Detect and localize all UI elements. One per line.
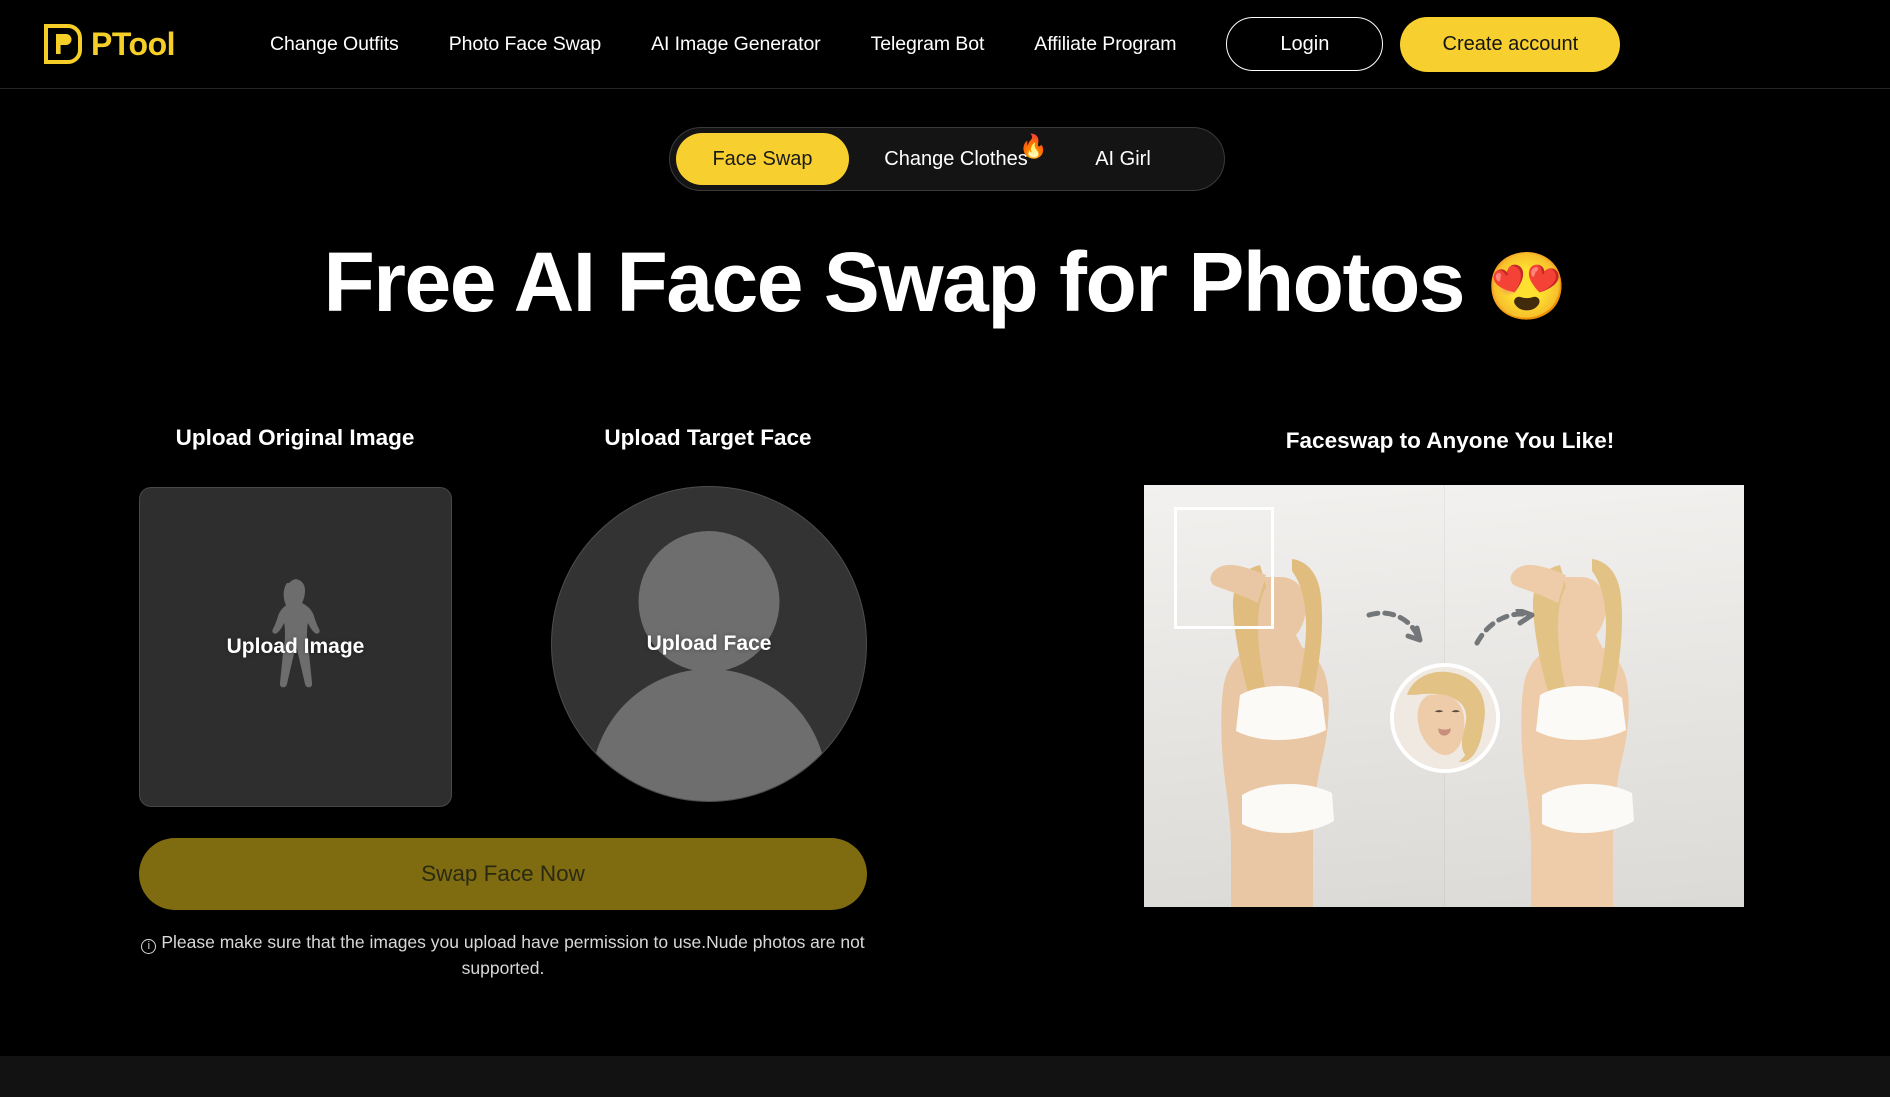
fire-icon: 🔥	[1019, 133, 1048, 159]
mode-tab-switcher: Face Swap Change Clothes 🔥 AI Girl	[669, 127, 1225, 191]
upload-target-dropzone[interactable]: Upload Face	[551, 486, 867, 802]
tab-ai-girl[interactable]: AI Girl	[1068, 133, 1178, 185]
nav-item-photo-face-swap[interactable]: Photo Face Swap	[424, 33, 626, 56]
tab-change-clothes[interactable]: Change Clothes 🔥	[866, 133, 1048, 185]
curved-arrow-up-right-icon	[1474, 609, 1535, 646]
page-title: Free AI Face Swap for Photos 😍	[0, 240, 1890, 324]
tab-face-swap[interactable]: Face Swap	[676, 133, 849, 185]
face-detect-box-icon	[1174, 507, 1274, 629]
preview-image	[1144, 485, 1744, 907]
tab-ai-girl-label: AI Girl	[1095, 147, 1151, 170]
main-navigation: Change Outfits Photo Face Swap AI Image …	[245, 33, 1201, 56]
curved-arrow-right-icon	[1366, 610, 1423, 643]
upload-disclaimer: i Please make sure that the images you up…	[139, 930, 867, 982]
upload-target-label: Upload Target Face	[604, 425, 812, 450]
tab-face-swap-label: Face Swap	[712, 147, 813, 170]
upload-original-dropzone[interactable]: Upload Image	[139, 487, 452, 807]
login-button[interactable]: Login	[1226, 17, 1384, 71]
tab-change-clothes-label: Change Clothes	[884, 147, 1028, 170]
footer-band	[0, 1056, 1890, 1097]
upload-disclaimer-text: Please make sure that the images you upl…	[161, 932, 865, 978]
preview-after-figure	[1510, 559, 1634, 907]
upload-target-caption: Upload Face	[646, 632, 772, 655]
page-title-text: Free AI Face Swap for Photos	[323, 235, 1465, 329]
avatar-body-icon	[591, 669, 827, 801]
nav-item-affiliate-program[interactable]: Affiliate Program	[1009, 33, 1201, 56]
preview-title: Faceswap to Anyone You Like!	[1285, 428, 1615, 453]
brand-logo[interactable]: PTool	[44, 24, 176, 64]
auth-buttons: Login Create account	[1226, 16, 1621, 72]
info-circle-icon: i	[141, 939, 157, 954]
swap-face-now-button[interactable]: Swap Face Now	[139, 838, 867, 910]
brand-name: PTool	[91, 26, 176, 62]
nav-item-change-outfits[interactable]: Change Outfits	[245, 33, 424, 56]
create-account-button[interactable]: Create account	[1400, 16, 1621, 72]
heart-eyes-emoji-icon: 😍	[1485, 249, 1568, 323]
upload-original-caption: Upload Image	[226, 635, 365, 658]
upload-original-label: Upload Original Image	[175, 425, 415, 450]
p-logo-icon	[44, 24, 82, 64]
site-header: PTool Change Outfits Photo Face Swap AI …	[0, 0, 1890, 89]
target-face-thumbnail-icon	[1390, 663, 1500, 773]
nav-item-ai-image-generator[interactable]: AI Image Generator	[626, 33, 845, 56]
nav-item-telegram-bot[interactable]: Telegram Bot	[846, 33, 1010, 56]
